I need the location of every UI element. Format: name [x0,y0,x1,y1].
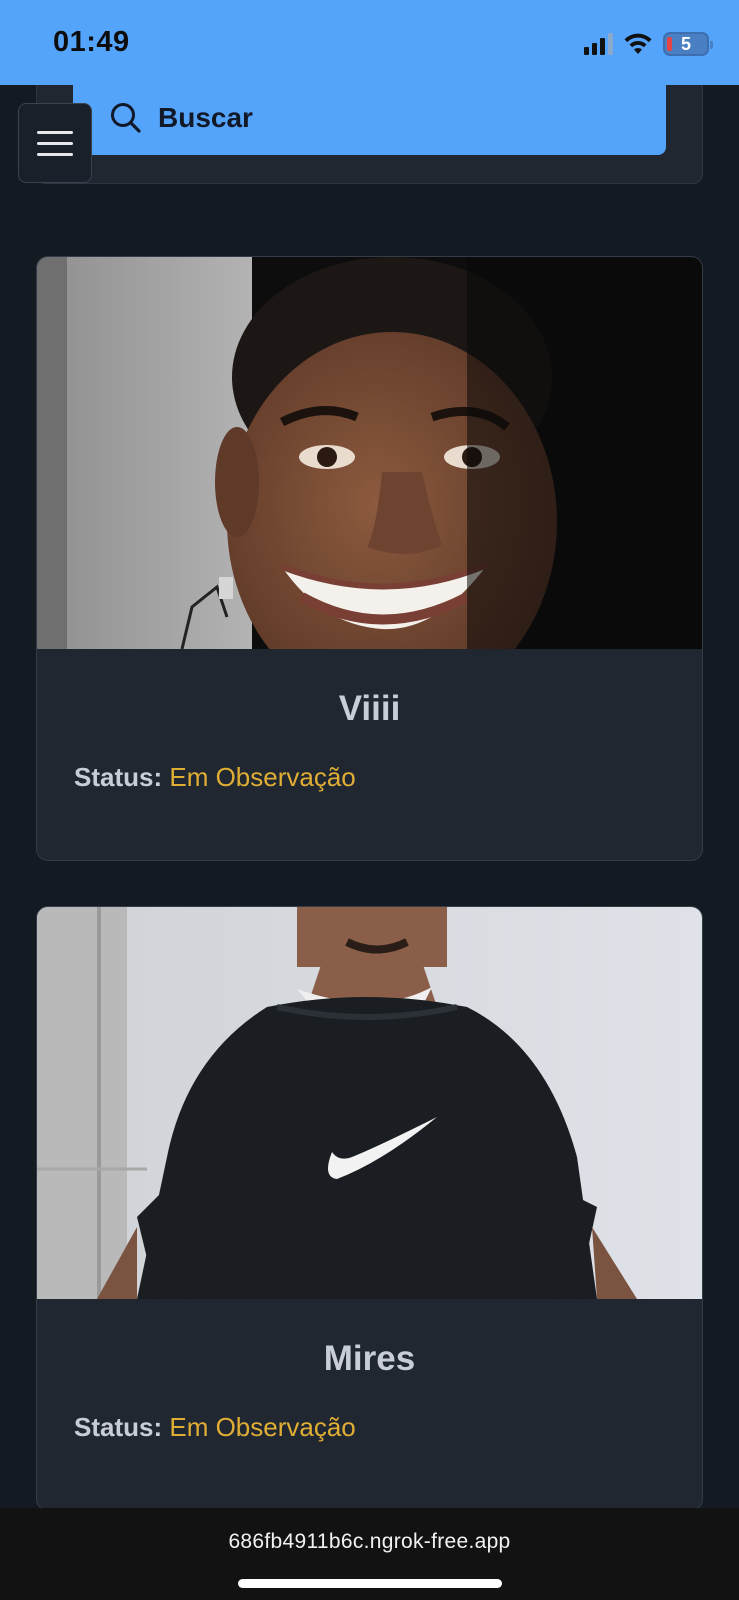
person-name: Viiii [338,689,401,728]
status-value: Em Observação [169,762,356,792]
search-label: Buscar [158,101,253,133]
hamburger-menu-icon [37,130,73,134]
person-card[interactable]: Viiii Status: Em Observação [36,256,703,861]
home-indicator[interactable] [238,1579,502,1588]
status-bar: 01:49 5 [0,0,739,85]
person-status: Status: Em Observação [74,1412,356,1443]
search-icon [111,102,141,133]
search-bar[interactable]: Buscar [73,80,666,155]
url-text: 686fb4911b6c.ngrok-free.app [228,1530,511,1553]
person-status: Status: Em Observação [74,762,356,793]
battery-icon: 5 [663,32,713,56]
person-photo [37,257,702,649]
hamburger-menu-button[interactable] [18,103,92,183]
status-value: Em Observação [169,1412,356,1442]
hamburger-line [37,152,73,156]
person-photo [37,907,702,1299]
battery-level: 5 [680,33,691,54]
browser-url-bar[interactable]: 686fb4911b6c.ngrok-free.app [0,1508,739,1600]
cellular-signal-icon [584,33,613,55]
status-time: 01:49 [53,26,130,58]
person-name: Mires [323,1339,416,1378]
wifi-icon [624,33,652,54]
hamburger-line [37,141,73,145]
status-icons: 5 [584,32,713,56]
person-card[interactable]: Mires Status: Em Observação [36,906,703,1511]
status-label: Status: [74,1412,163,1442]
status-label: Status: [74,762,163,792]
